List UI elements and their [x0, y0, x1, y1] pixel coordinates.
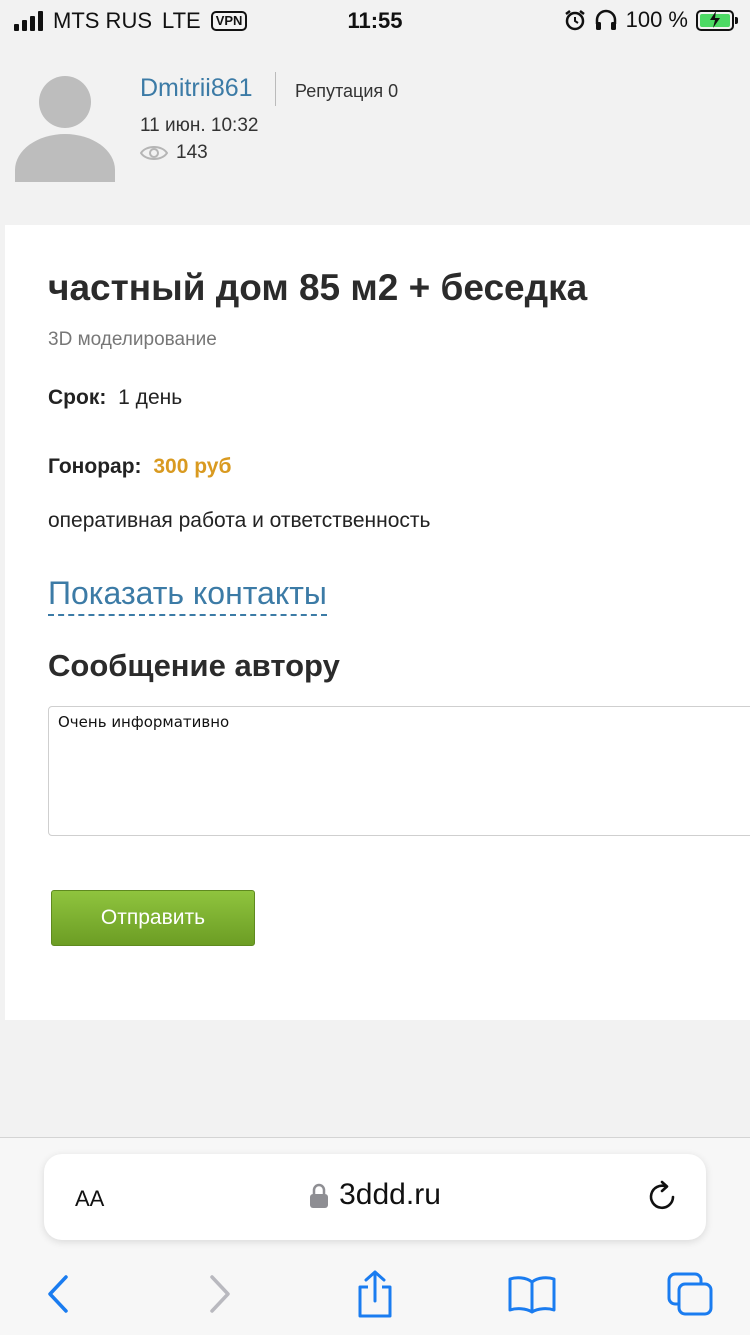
- status-right: 100 %: [564, 7, 738, 33]
- eye-icon: [140, 146, 168, 160]
- share-icon: [358, 1270, 392, 1318]
- browser-toolbar: AA 3ddd.ru: [0, 1137, 750, 1335]
- author-header: Dmitrii861 Репутация 0 11 июн. 10:32 143: [0, 40, 750, 220]
- back-button[interactable]: [28, 1266, 88, 1322]
- chevron-right-icon: [210, 1275, 230, 1313]
- chevron-left-icon: [48, 1275, 68, 1313]
- bookmarks-button[interactable]: [502, 1266, 562, 1322]
- term-label: Срок:: [48, 386, 107, 409]
- url-display[interactable]: 3ddd.ru: [44, 1178, 706, 1212]
- browser-nav: [0, 1266, 750, 1322]
- book-icon: [508, 1276, 556, 1314]
- fee-value: 300 руб: [153, 455, 232, 478]
- forward-button[interactable]: [190, 1266, 250, 1322]
- headphones-icon: [595, 9, 616, 30]
- divider: [275, 72, 276, 106]
- job-title: частный дом 85 м2 + беседка: [48, 267, 588, 308]
- post-date: 11 июн. 10:32: [140, 115, 259, 136]
- status-bar: MTS RUS LTE VPN 11:55 100 %: [0, 0, 750, 40]
- alarm-icon: [564, 10, 585, 31]
- avatar[interactable]: [10, 62, 120, 182]
- views-counter: 143: [140, 142, 208, 164]
- send-button[interactable]: Отправить: [51, 890, 255, 946]
- lock-icon: [310, 1183, 329, 1209]
- job-description: оперативная работа и ответственность: [48, 509, 431, 532]
- tabs-icon: [667, 1272, 713, 1316]
- views-count: 143: [176, 142, 208, 163]
- message-title: Сообщение автору: [48, 648, 340, 683]
- job-category[interactable]: 3D моделирование: [48, 329, 217, 351]
- tabs-button[interactable]: [660, 1266, 720, 1322]
- reload-icon[interactable]: [646, 1178, 680, 1214]
- fee-label: Гонорар:: [48, 455, 142, 478]
- author-name-link[interactable]: Dmitrii861: [140, 74, 253, 103]
- fee-field: Гонорар: 300 руб: [48, 455, 231, 479]
- url-text: 3ddd.ru: [339, 1178, 441, 1211]
- share-button[interactable]: [345, 1266, 405, 1322]
- job-card: частный дом 85 м2 + беседка 3D моделиров…: [5, 225, 750, 1020]
- battery-icon: [696, 9, 738, 31]
- show-contacts-link[interactable]: Показать контакты: [48, 575, 327, 616]
- term-value: 1 день: [118, 386, 183, 409]
- reputation-text: Репутация 0: [295, 81, 399, 101]
- message-input[interactable]: Очень информативно: [48, 706, 750, 836]
- battery-percent: 100 %: [625, 7, 688, 32]
- address-bar[interactable]: AA 3ddd.ru: [44, 1154, 706, 1240]
- term-field: Срок: 1 день: [48, 386, 182, 410]
